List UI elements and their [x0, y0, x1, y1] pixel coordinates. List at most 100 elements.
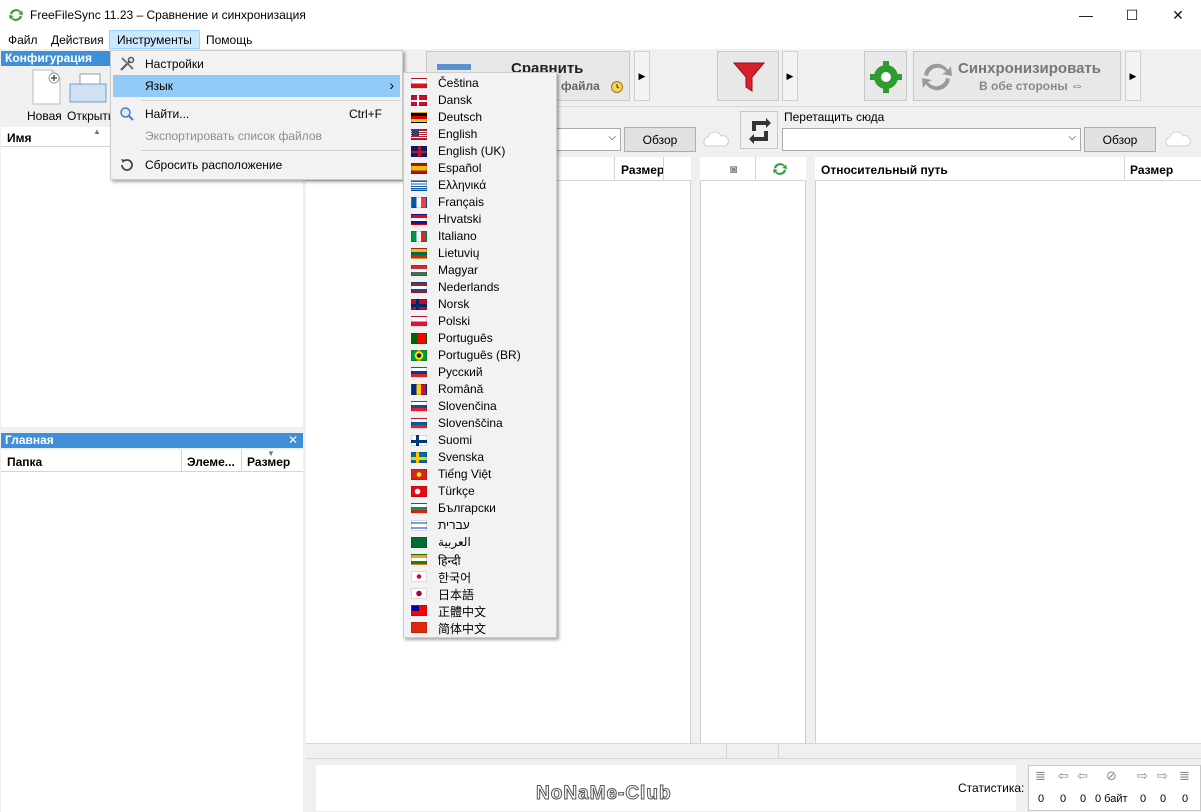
- language-item[interactable]: Lietuvių: [406, 245, 554, 262]
- flag-dk-icon: [411, 95, 427, 106]
- menu-help[interactable]: Помощь: [199, 31, 259, 49]
- language-item[interactable]: Slovenčina: [406, 398, 554, 415]
- language-item[interactable]: Norsk: [406, 296, 554, 313]
- column-name-header[interactable]: Имя: [7, 131, 32, 145]
- compare-options-button[interactable]: ▶: [634, 51, 650, 101]
- open-config-button[interactable]: [68, 68, 108, 108]
- menu-item-find[interactable]: Найти... Ctrl+F: [113, 103, 400, 125]
- gear-icon: [870, 61, 902, 93]
- config-list[interactable]: [1, 147, 303, 427]
- stat-count: 0: [1060, 793, 1067, 805]
- language-item[interactable]: 正體中文: [406, 602, 554, 619]
- language-item[interactable]: Tiếng Việt: [406, 466, 554, 483]
- language-item[interactable]: العربية: [406, 534, 554, 551]
- language-item[interactable]: Español: [406, 160, 554, 177]
- camera-icon[interactable]: ◙: [730, 162, 737, 176]
- sync-direction-icon[interactable]: [772, 161, 788, 177]
- language-item[interactable]: Hrvatski: [406, 211, 554, 228]
- flag-ro-icon: [411, 384, 427, 395]
- new-config-button[interactable]: [28, 68, 64, 108]
- sync-options-button[interactable]: ▶: [1125, 51, 1141, 101]
- column-separator: [181, 450, 182, 472]
- language-item[interactable]: Magyar: [406, 262, 554, 279]
- language-item[interactable]: 简体中文: [406, 619, 554, 636]
- chevron-right-icon: ▶: [638, 70, 646, 81]
- language-item[interactable]: Polski: [406, 313, 554, 330]
- language-item[interactable]: Ελληνικά: [406, 177, 554, 194]
- menu-separator: [141, 100, 401, 101]
- language-item[interactable]: हिन्दी: [406, 551, 554, 568]
- right-cloud-button[interactable]: [1162, 128, 1192, 150]
- menu-tools[interactable]: Инструменты: [109, 30, 200, 49]
- language-item[interactable]: English: [406, 126, 554, 143]
- middle-action-grid[interactable]: [700, 157, 806, 743]
- menu-file[interactable]: Файл: [1, 31, 45, 49]
- language-item[interactable]: Türkçe: [406, 483, 554, 500]
- language-label: العربية: [438, 535, 471, 549]
- menu-item-language[interactable]: Язык ›: [113, 75, 400, 97]
- language-item[interactable]: Čeština: [406, 75, 554, 92]
- language-item[interactable]: Български: [406, 500, 554, 517]
- language-item[interactable]: Português (BR): [406, 347, 554, 364]
- language-item[interactable]: Français: [406, 194, 554, 211]
- left-cloud-button[interactable]: [700, 128, 730, 150]
- filter-button[interactable]: [717, 51, 779, 101]
- column-items-header[interactable]: Элеме...: [187, 455, 235, 469]
- flag-vn-icon: [411, 469, 427, 480]
- column-separator: [614, 157, 615, 181]
- language-label: Nederlands: [438, 280, 500, 294]
- horizontal-scrollbar[interactable]: [306, 743, 1201, 759]
- left-folder-input[interactable]: ⌵: [555, 128, 621, 151]
- language-item[interactable]: 한국어: [406, 568, 554, 585]
- language-item[interactable]: 日本語: [406, 585, 554, 602]
- language-item[interactable]: Suomi: [406, 432, 554, 449]
- maximize-button[interactable]: ☐: [1109, 0, 1155, 30]
- synchronize-button[interactable]: Синхронизировать В обе стороны ⇔: [913, 51, 1121, 101]
- menu-item-export-file-list[interactable]: Экспортировать список файлов: [113, 125, 400, 147]
- menu-item-reset-layout[interactable]: Сбросить расположение: [113, 154, 400, 176]
- right-file-grid[interactable]: [815, 157, 1201, 743]
- language-label: Български: [438, 501, 496, 515]
- compare-variant-label: файла: [561, 79, 600, 93]
- language-item[interactable]: Nederlands: [406, 279, 554, 296]
- language-item[interactable]: Svenska: [406, 449, 554, 466]
- magnifier-icon: [120, 107, 134, 121]
- left-files-icon: ≣: [1035, 768, 1046, 783]
- relative-path-column-header[interactable]: Относительный путь: [821, 163, 948, 177]
- menu-item-label: Экспортировать список файлов: [145, 129, 322, 143]
- chevron-down-icon[interactable]: ⌵: [1068, 132, 1076, 143]
- main-list[interactable]: [1, 472, 303, 812]
- language-item[interactable]: Русский: [406, 364, 554, 381]
- swap-sides-button[interactable]: [740, 111, 778, 149]
- browse-right-button[interactable]: Обзор: [1084, 127, 1156, 152]
- language-item[interactable]: Slovenščina: [406, 415, 554, 432]
- create-left-icon: ⇦: [1058, 768, 1069, 783]
- language-submenu: Čeština Dansk Deutsch English English (UK) Es…: [403, 72, 557, 638]
- minimize-button[interactable]: —: [1063, 0, 1109, 30]
- language-item[interactable]: English (UK): [406, 143, 554, 160]
- language-label: Русский: [438, 365, 483, 379]
- language-item[interactable]: עברית: [406, 517, 554, 534]
- language-item[interactable]: Deutsch: [406, 109, 554, 126]
- column-folder-header[interactable]: Папка: [7, 455, 42, 469]
- right-size-column-header[interactable]: Размер: [1130, 163, 1173, 177]
- language-item[interactable]: Dansk: [406, 92, 554, 109]
- close-button[interactable]: ✕: [1155, 0, 1201, 30]
- chevron-down-icon[interactable]: ⌵: [608, 132, 616, 143]
- language-item[interactable]: Português: [406, 330, 554, 347]
- language-item[interactable]: Română: [406, 381, 554, 398]
- right-grid-header: Относительный путь Размер: [815, 157, 1201, 181]
- menu-actions[interactable]: Действия: [44, 31, 111, 49]
- menu-item-label: Найти...: [145, 107, 190, 121]
- flag-lt-icon: [411, 248, 427, 259]
- menu-item-label: Язык: [145, 79, 174, 93]
- flag-cn-icon: [411, 622, 427, 633]
- filter-options-button[interactable]: ▶: [782, 51, 798, 101]
- menu-item-settings[interactable]: Настройки: [113, 53, 400, 75]
- left-size-column-header[interactable]: Размер: [621, 163, 664, 177]
- right-folder-input[interactable]: ⌵: [782, 128, 1081, 151]
- language-item[interactable]: Italiano: [406, 228, 554, 245]
- sync-settings-button[interactable]: [864, 51, 907, 101]
- browse-left-button[interactable]: Обзор: [624, 127, 696, 152]
- close-icon[interactable]: ✕: [288, 433, 298, 448]
